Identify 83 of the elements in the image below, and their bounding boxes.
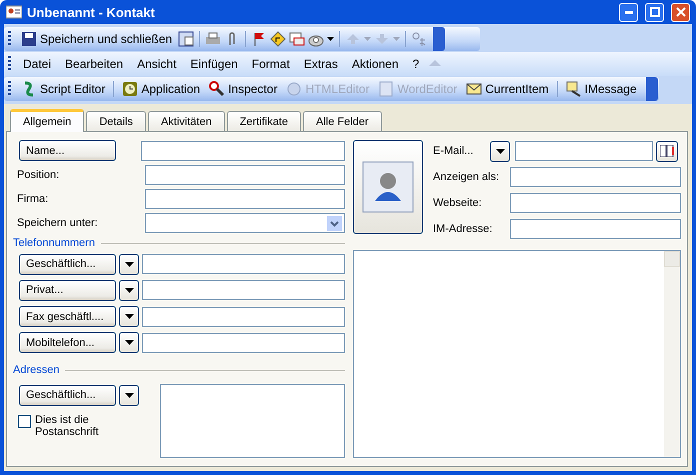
position-label: Position: bbox=[16, 169, 60, 181]
address-field[interactable] bbox=[160, 384, 345, 458]
phone-type-button[interactable]: Fax geschäftl.... bbox=[19, 306, 116, 328]
menu-item[interactable]: Extras bbox=[298, 55, 344, 73]
minimize-button[interactable] bbox=[619, 2, 638, 22]
web-page-label: Webseite: bbox=[433, 197, 483, 209]
checkbox[interactable] bbox=[18, 415, 31, 428]
menu-item[interactable]: ? bbox=[406, 55, 426, 73]
caret-icon bbox=[124, 288, 134, 293]
toolbar-options-button[interactable] bbox=[646, 77, 658, 101]
document-icon bbox=[378, 81, 394, 97]
tab[interactable]: Details bbox=[86, 111, 146, 131]
dropdown-arrow-button[interactable] bbox=[119, 384, 139, 406]
tab[interactable]: Zertifikate bbox=[226, 111, 301, 131]
tab[interactable]: Alle Felder bbox=[302, 111, 382, 131]
printer-icon[interactable] bbox=[205, 31, 222, 47]
toolbar-button[interactable]: Inspector bbox=[206, 79, 280, 99]
email-field[interactable] bbox=[515, 141, 653, 161]
envelope-icon bbox=[466, 81, 482, 97]
menu-item[interactable]: Aktionen bbox=[346, 55, 405, 73]
section-heading: Adressen bbox=[13, 364, 60, 376]
address-type-button[interactable]: Geschäftlich... bbox=[19, 384, 116, 406]
name-button[interactable]: Name... bbox=[19, 140, 116, 161]
toolbar-button[interactable]: Script Editor bbox=[18, 79, 108, 99]
maximize-icon bbox=[650, 7, 660, 17]
caret-icon bbox=[124, 314, 134, 320]
caret-icon bbox=[496, 148, 504, 154]
tab[interactable]: Allgemein bbox=[10, 109, 84, 132]
close-button[interactable] bbox=[671, 2, 690, 22]
road-sign-icon[interactable] bbox=[270, 31, 286, 47]
name-field[interactable] bbox=[141, 140, 345, 160]
phone-type-button[interactable]: Geschäftlich... bbox=[19, 254, 116, 275]
checkbox-label: Dies ist die Postanschrift bbox=[35, 414, 100, 438]
contact-picture-button[interactable] bbox=[353, 140, 423, 234]
im-address-field[interactable] bbox=[510, 219, 681, 239]
caret-icon bbox=[124, 392, 134, 398]
dropdown-arrow-button[interactable] bbox=[119, 306, 139, 328]
chevron-icon bbox=[327, 216, 342, 230]
toolbar-options-button[interactable] bbox=[433, 27, 446, 51]
phone-field[interactable] bbox=[142, 306, 345, 327]
company-label: Firma: bbox=[16, 193, 50, 205]
dropdown-arrow-button[interactable] bbox=[119, 280, 139, 301]
book-icon bbox=[660, 145, 674, 157]
toolbar-button[interactable]: CurrentItem bbox=[463, 79, 552, 99]
phone-field[interactable] bbox=[142, 332, 345, 353]
im-address-label: IM-Adresse: bbox=[433, 223, 494, 235]
maximize-button[interactable] bbox=[645, 2, 664, 22]
caret-icon[interactable] bbox=[327, 37, 334, 41]
toolbar-button[interactable]: IMessage bbox=[562, 79, 640, 99]
menu-item[interactable]: Ansicht bbox=[131, 55, 182, 73]
address-book-button[interactable] bbox=[656, 140, 678, 162]
display-as-label: Anzeigen als: bbox=[433, 171, 500, 183]
menu-item[interactable]: Datei bbox=[17, 55, 58, 73]
dropdown-arrow-button[interactable] bbox=[490, 140, 510, 162]
clock-icon bbox=[122, 81, 138, 97]
minimize-icon bbox=[624, 10, 632, 14]
menu-item[interactable]: Format bbox=[246, 55, 296, 73]
person-silhouette-icon bbox=[362, 161, 414, 213]
dropdown-arrow-button[interactable] bbox=[119, 332, 139, 354]
notes-field[interactable] bbox=[353, 250, 681, 458]
magnifier-icon bbox=[209, 81, 226, 97]
tab[interactable]: Aktivitäten bbox=[148, 111, 225, 131]
caret-icon bbox=[124, 340, 134, 346]
caret-icon bbox=[124, 262, 134, 267]
menu-item[interactable]: Einfügen bbox=[184, 55, 244, 73]
file-as-dropdown[interactable] bbox=[145, 213, 345, 233]
phone-type-button[interactable]: Privat... bbox=[19, 280, 116, 301]
phone-field[interactable] bbox=[142, 280, 345, 300]
letter-icon[interactable] bbox=[289, 31, 306, 47]
file-as-label: Speichern unter: bbox=[16, 217, 99, 229]
display-as-field[interactable] bbox=[510, 167, 681, 187]
close-icon bbox=[676, 7, 686, 17]
phone-type-button[interactable]: Mobiltelefon... bbox=[19, 332, 116, 354]
toolbar-button[interactable]: Application bbox=[119, 79, 204, 99]
window-title: Unbenannt - Kontakt bbox=[27, 4, 156, 20]
web-page-field[interactable] bbox=[510, 193, 681, 213]
dropdown-arrow-button[interactable] bbox=[119, 254, 139, 275]
menu-item[interactable]: Bearbeiten bbox=[59, 55, 130, 73]
phone-field[interactable] bbox=[142, 254, 345, 274]
email-label: E-Mail... bbox=[433, 145, 474, 157]
position-field[interactable] bbox=[145, 165, 345, 185]
company-field[interactable] bbox=[145, 189, 345, 209]
section-heading: Telefonnummern bbox=[13, 237, 95, 249]
